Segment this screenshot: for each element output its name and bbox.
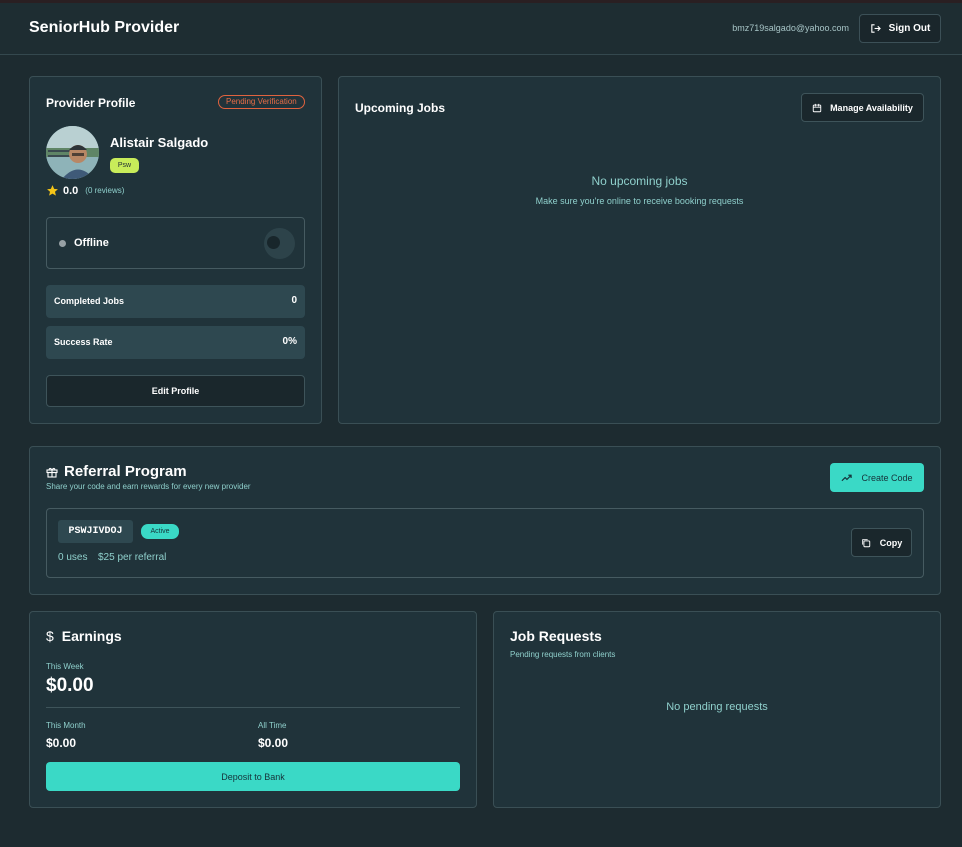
earnings-title-row: $ Earnings xyxy=(46,628,122,644)
earnings-divider xyxy=(46,707,460,708)
create-code-label: Create Code xyxy=(861,472,913,483)
job-requests-title: Job Requests xyxy=(510,628,602,644)
create-code-button[interactable]: Create Code xyxy=(830,463,924,492)
empty-requests-text: No pending requests xyxy=(666,701,768,713)
provider-name: Alistair Salgado xyxy=(110,135,209,150)
referral-reward: $25 per referral xyxy=(98,552,167,563)
all-time-label: All Time xyxy=(258,721,287,730)
stat-value: 0% xyxy=(282,336,297,347)
earnings-title: Earnings xyxy=(61,628,122,644)
upcoming-jobs-title: Upcoming Jobs xyxy=(355,101,446,115)
rating-value: 0.0 xyxy=(63,184,79,197)
copy-icon xyxy=(861,538,871,548)
top-header: SeniorHub Provider bmz719salgado@yahoo.c… xyxy=(0,3,962,55)
avatar xyxy=(46,126,99,179)
this-month-label: This Month xyxy=(46,721,86,730)
provider-profile-card: Provider Profile Pending Verification Al… xyxy=(29,76,322,424)
online-toggle[interactable] xyxy=(264,228,295,259)
status-dot-icon xyxy=(59,240,66,247)
copy-button[interactable]: Copy xyxy=(851,528,912,557)
referral-code-panel: PSWJIVDOJ Active 0 uses $25 per referral… xyxy=(46,508,924,578)
this-month-value: $0.00 xyxy=(46,736,77,750)
sign-out-label: Sign Out xyxy=(888,23,931,34)
referral-code: PSWJIVDOJ xyxy=(58,520,133,543)
all-time-value: $0.00 xyxy=(258,736,289,750)
this-week-value: $0.00 xyxy=(46,675,94,696)
stat-label: Completed Jobs xyxy=(54,296,125,306)
toggle-knob xyxy=(267,236,280,249)
brand-title: SeniorHub Provider xyxy=(29,19,180,36)
stat-completed-jobs: Completed Jobs 0 xyxy=(46,285,305,318)
trending-up-icon xyxy=(841,474,853,482)
status-label: Offline xyxy=(74,237,109,249)
stat-value: 0 xyxy=(291,295,297,306)
edit-profile-button[interactable]: Edit Profile xyxy=(46,375,305,407)
online-status-panel: Offline xyxy=(46,217,305,269)
empty-jobs-subtitle: Make sure you're online to receive booki… xyxy=(535,196,744,206)
referral-program-card: Referral Program Share your code and ear… xyxy=(29,446,941,595)
verification-badge: Pending Verification xyxy=(218,95,305,109)
earnings-card: $ Earnings This Week $0.00 This Month $0… xyxy=(29,611,477,808)
gift-icon xyxy=(46,466,58,478)
referral-subtitle: Share your code and earn rewards for eve… xyxy=(46,482,251,491)
calendar-icon xyxy=(812,103,822,113)
referral-title-row: Referral Program xyxy=(46,463,187,480)
upcoming-jobs-card: Upcoming Jobs Manage Availability No upc… xyxy=(338,76,941,424)
star-icon xyxy=(46,184,59,197)
role-badge: Psw xyxy=(110,158,139,173)
copy-label: Copy xyxy=(879,537,903,548)
review-count: (0 reviews) xyxy=(85,186,125,195)
deposit-to-bank-button[interactable]: Deposit to Bank xyxy=(46,762,460,791)
manage-availability-button[interactable]: Manage Availability xyxy=(801,93,924,122)
sign-out-button[interactable]: Sign Out xyxy=(859,14,941,43)
empty-jobs-title: No upcoming jobs xyxy=(591,174,688,188)
sign-out-icon xyxy=(870,23,881,34)
manage-availability-label: Manage Availability xyxy=(830,102,913,113)
stat-label: Success Rate xyxy=(54,337,113,347)
this-week-label: This Week xyxy=(46,662,84,671)
dollar-icon: $ xyxy=(46,628,54,644)
rating-row: 0.0 (0 reviews) xyxy=(46,184,124,197)
referral-title: Referral Program xyxy=(64,463,187,480)
job-requests-subtitle: Pending requests from clients xyxy=(510,650,616,659)
code-status-badge: Active xyxy=(141,524,179,539)
user-email: bmz719salgado@yahoo.com xyxy=(732,23,849,33)
job-requests-card: Job Requests Pending requests from clien… xyxy=(493,611,941,808)
provider-profile-title: Provider Profile xyxy=(46,96,136,110)
stat-success-rate: Success Rate 0% xyxy=(46,326,305,359)
code-uses: 0 uses xyxy=(58,552,88,563)
